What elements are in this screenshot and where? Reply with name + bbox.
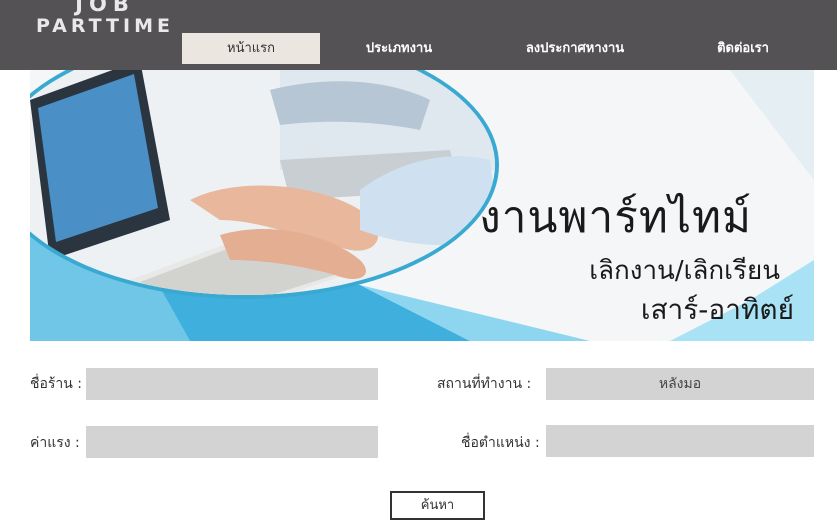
banner-shape bbox=[730, 70, 814, 180]
wage-field[interactable] bbox=[86, 426, 378, 458]
nav-post-job[interactable]: ลงประกาศหางาน bbox=[496, 33, 654, 64]
banner-subtitle: เลิกงาน/เลิกเรียน bbox=[589, 256, 780, 286]
logo-line-2: PARTTIME bbox=[36, 15, 174, 37]
wage-label: ค่าแรง : bbox=[30, 435, 80, 451]
banner-days: เสาร์-อาทิตย์ bbox=[640, 293, 794, 326]
position-name-field[interactable] bbox=[546, 425, 814, 457]
hero-banner: งานพาร์ทไทม์ เลิกงาน/เลิกเรียน เสาร์-อาท… bbox=[30, 70, 814, 341]
work-location-label: สถานที่ทำงาน : bbox=[437, 376, 532, 392]
nav-job-types[interactable]: ประเภทงาน bbox=[330, 33, 468, 64]
banner-title: งานพาร์ทไทม์ bbox=[479, 192, 752, 243]
nav-contact[interactable]: ติดต่อเรา bbox=[674, 33, 812, 64]
site-logo[interactable]: JOB PARTTIME bbox=[30, 0, 180, 38]
shop-name-field[interactable] bbox=[86, 368, 378, 400]
top-navigation-bar: JOB PARTTIME หน้าแรก ประเภทงาน ลงประกาศห… bbox=[0, 0, 837, 70]
search-button[interactable]: ค้นหา bbox=[390, 491, 485, 520]
work-location-field[interactable]: หลังมอ bbox=[546, 368, 814, 400]
nav-home[interactable]: หน้าแรก bbox=[182, 33, 320, 64]
shop-name-label: ชื่อร้าน : bbox=[30, 376, 83, 392]
position-name-label: ชื่อตำแหน่ง : bbox=[461, 435, 540, 451]
